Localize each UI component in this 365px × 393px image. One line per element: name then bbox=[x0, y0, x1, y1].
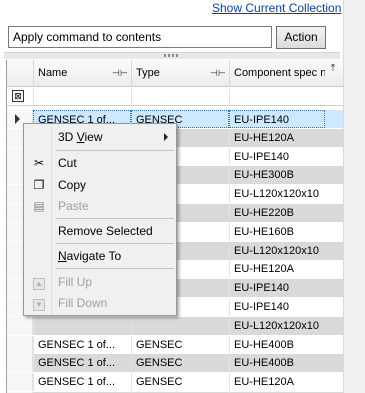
cell-type[interactable]: GENSEC bbox=[131, 354, 229, 373]
current-row-arrow-icon bbox=[15, 114, 20, 124]
cell-component-spec[interactable]: EU-HE160B bbox=[229, 222, 325, 241]
cell-component-spec[interactable]: EU-HE120A bbox=[229, 373, 325, 392]
column-header-label: Component spec n bbox=[234, 67, 325, 79]
row-indicator[interactable] bbox=[7, 354, 33, 373]
row-indicator[interactable] bbox=[7, 373, 33, 392]
cell-component-spec[interactable]: EU-IPE140 bbox=[229, 279, 325, 298]
pin-icon[interactable]: ⊣⊢ bbox=[112, 60, 128, 87]
menu-item-label: Fill Down bbox=[58, 296, 108, 310]
paste-icon: ▤ bbox=[33, 199, 45, 213]
menu-item-navigate-to[interactable]: Navigate To bbox=[26, 246, 176, 266]
table-row[interactable]: GENSEC 1 of... GENSEC EU-HE400B bbox=[7, 335, 343, 354]
submenu-arrow-icon bbox=[164, 133, 168, 141]
menu-item-label: Cut bbox=[58, 156, 77, 170]
filter-row: ⊠ bbox=[7, 87, 343, 106]
cell-type[interactable] bbox=[131, 316, 229, 335]
action-button[interactable]: Action bbox=[276, 26, 326, 49]
cell-component-spec[interactable]: EU-IPE140 bbox=[229, 147, 325, 166]
menu-separator bbox=[56, 243, 174, 244]
pin-icon[interactable]: ⊣⊢ bbox=[210, 60, 226, 87]
cell-type[interactable]: GENSEC bbox=[131, 335, 229, 354]
column-header-label: Type bbox=[136, 67, 160, 79]
row-indicator[interactable] bbox=[7, 316, 33, 335]
menu-item-label: Remove Selected bbox=[58, 224, 153, 238]
filter-cell-spec[interactable] bbox=[229, 89, 325, 104]
menu-item-label: 3D View bbox=[58, 130, 103, 144]
cell-component-spec[interactable]: EU-L120x120x10 bbox=[229, 241, 325, 260]
cell-component-spec[interactable]: EU-HE120A bbox=[229, 260, 325, 279]
cell-component-spec[interactable]: EU-HE400B bbox=[229, 335, 325, 354]
menu-item-fill-up[interactable]: ▲ Fill Up bbox=[26, 272, 176, 292]
collection-panel: Show Current Collection Apply command to… bbox=[0, 0, 365, 393]
cell-type[interactable]: GENSEC bbox=[131, 373, 229, 392]
menu-item-label: Navigate To bbox=[58, 249, 122, 263]
scroll-to-top-icon[interactable]: ⤒ bbox=[327, 62, 339, 76]
row-indicator[interactable] bbox=[7, 335, 33, 354]
menu-item-label: Paste bbox=[58, 199, 89, 213]
menu-separator bbox=[56, 218, 174, 219]
cell-component-spec[interactable]: EU-HE120A bbox=[229, 128, 325, 147]
menu-item-3d-view[interactable]: 3D View bbox=[26, 127, 176, 147]
menu-separator bbox=[56, 150, 174, 151]
cell-component-spec[interactable]: EU-HE300B bbox=[229, 166, 325, 185]
cell-component-spec[interactable]: EU-HE220B bbox=[229, 204, 325, 222]
cell-component-spec[interactable]: EU-L120x120x10 bbox=[229, 185, 325, 204]
filter-cell-name[interactable] bbox=[33, 89, 131, 104]
menu-item-remove-selected[interactable]: Remove Selected bbox=[26, 221, 176, 241]
filter-icon[interactable]: ⊠ bbox=[12, 90, 24, 102]
cell-component-spec[interactable]: EU-IPE140 bbox=[229, 110, 325, 128]
splitter-grip-icon[interactable] bbox=[164, 54, 178, 57]
table-row[interactable]: GENSEC 1 of... GENSEC EU-HE400B bbox=[7, 354, 343, 373]
cell-component-spec[interactable]: EU-IPE140 bbox=[229, 298, 325, 316]
column-header-type[interactable]: Type ⊣⊢ bbox=[131, 60, 229, 87]
menu-item-fill-down[interactable]: ▼ Fill Down bbox=[26, 293, 176, 313]
menu-item-cut[interactable]: ✂ Cut bbox=[26, 153, 176, 173]
fill-down-icon: ▼ bbox=[31, 296, 47, 311]
filter-cell-type[interactable] bbox=[131, 89, 229, 104]
column-header-label: Name bbox=[38, 67, 68, 79]
menu-item-label: Fill Up bbox=[58, 275, 93, 289]
cell-name[interactable]: GENSEC 1 of... bbox=[33, 373, 131, 392]
menu-item-paste[interactable]: ▤ Paste bbox=[26, 196, 176, 216]
cell-component-spec[interactable]: EU-L120x120x10 bbox=[229, 316, 325, 335]
cell-name[interactable]: GENSEC 1 of... bbox=[33, 354, 131, 373]
grid-header: Name ⊣⊢ Type ⊣⊢ Component spec n bbox=[7, 60, 343, 87]
command-input[interactable]: Apply command to contents bbox=[8, 26, 272, 48]
cell-name[interactable]: GENSEC 1 of... bbox=[33, 335, 131, 354]
copy-icon: ❐ bbox=[33, 178, 45, 192]
column-header-name[interactable]: Name ⊣⊢ bbox=[33, 60, 131, 87]
menu-separator bbox=[56, 268, 174, 269]
table-row[interactable]: EU-L120x120x10 bbox=[7, 316, 343, 335]
scissors-icon: ✂ bbox=[33, 156, 45, 170]
cell-name[interactable] bbox=[33, 316, 131, 335]
table-row[interactable]: GENSEC 1 of... GENSEC EU-HE120A bbox=[7, 373, 343, 392]
menu-item-label: Copy bbox=[58, 178, 87, 192]
cell-component-spec[interactable]: EU-HE400B bbox=[229, 354, 325, 373]
context-menu: 3D View ✂ Cut ❐ Copy ▤ Paste Remove Sele… bbox=[23, 123, 177, 316]
menu-item-copy[interactable]: ❐ Copy bbox=[26, 175, 176, 195]
fill-up-icon: ▲ bbox=[31, 275, 47, 290]
column-header-component-spec[interactable]: Component spec n bbox=[229, 60, 325, 87]
show-current-collection-link[interactable]: Show Current Collection bbox=[212, 1, 341, 15]
panel-edge bbox=[343, 0, 365, 393]
